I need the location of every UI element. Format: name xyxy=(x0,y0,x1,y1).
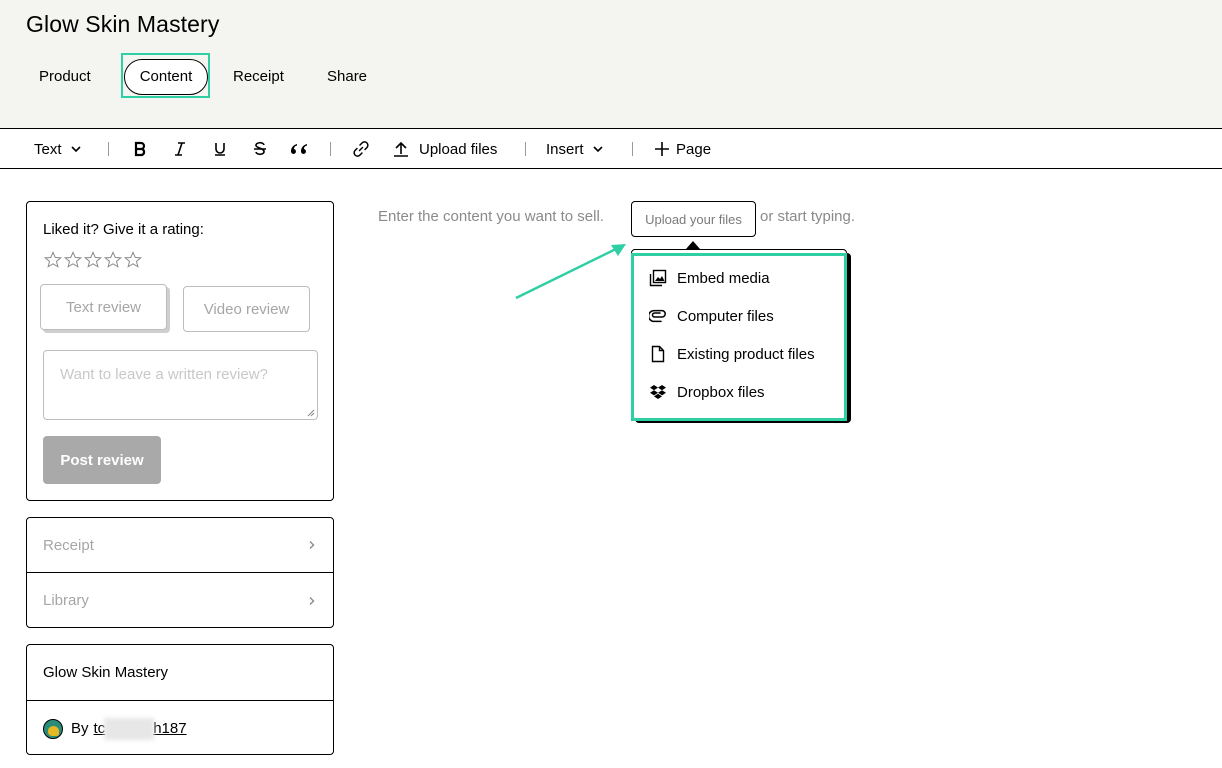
chevron-right-icon xyxy=(309,596,315,605)
upload-icon xyxy=(391,139,411,159)
product-card: Glow Skin Mastery By tc h187 xyxy=(26,644,334,755)
upload-files-label: Upload files xyxy=(419,140,498,158)
strikethrough-button[interactable] xyxy=(250,129,270,169)
editor-suffix: or start typing. xyxy=(760,208,856,225)
star-rating[interactable] xyxy=(44,251,142,269)
chevron-down-icon xyxy=(66,139,86,159)
tab-product[interactable]: Product xyxy=(39,57,91,97)
toolbar-divider xyxy=(525,142,526,156)
star-icon[interactable] xyxy=(84,251,102,269)
upload-your-files-button[interactable]: Upload your files xyxy=(631,201,756,237)
author-link[interactable]: tc h187 xyxy=(94,718,187,740)
menu-item-label: Dropbox files xyxy=(677,383,765,401)
author-row: By tc h187 xyxy=(43,701,187,756)
by-label: By xyxy=(71,720,89,737)
nav-item-library[interactable]: Library xyxy=(27,573,333,628)
quote-icon xyxy=(289,139,309,159)
author-suffix: h187 xyxy=(153,720,187,737)
underline-button[interactable] xyxy=(210,129,230,169)
review-textarea[interactable]: Want to leave a written review? xyxy=(43,350,318,420)
avatar xyxy=(43,718,63,739)
product-name: Glow Skin Mastery xyxy=(43,664,169,681)
add-page-label: Page xyxy=(676,140,712,158)
menu-item-dropbox-files[interactable]: Dropbox files xyxy=(649,380,765,404)
star-icon[interactable] xyxy=(44,251,62,269)
insert-dropdown[interactable]: Insert xyxy=(546,129,608,169)
review-placeholder: Want to leave a written review? xyxy=(60,366,268,383)
menu-item-existing-product-files[interactable]: Existing product files xyxy=(649,342,815,366)
underline-icon xyxy=(210,139,230,159)
editor-toolbar: Text Upload files Insert Page xyxy=(0,129,1222,169)
dropbox-icon xyxy=(649,383,667,401)
strikethrough-icon xyxy=(250,139,270,159)
text-style-dropdown[interactable]: Text xyxy=(34,129,86,169)
italic-icon xyxy=(170,139,190,159)
menu-item-embed-media[interactable]: Embed media xyxy=(649,266,770,290)
link-icon xyxy=(351,139,371,159)
italic-button[interactable] xyxy=(170,129,190,169)
text-review-button[interactable]: Text review xyxy=(40,284,167,330)
resize-grip-icon[interactable] xyxy=(307,409,315,417)
redaction-blur xyxy=(103,718,154,740)
post-review-button[interactable]: Post review xyxy=(43,436,161,484)
chevron-right-icon xyxy=(309,541,315,549)
toolbar-divider xyxy=(108,142,109,156)
editor-prompt: Enter the content you want to sell. xyxy=(378,208,604,225)
header: Glow Skin Mastery Product Content Receip… xyxy=(0,0,1222,129)
dropdown-caret xyxy=(686,241,700,249)
image-icon xyxy=(649,269,667,287)
insert-label: Insert xyxy=(546,140,584,158)
tab-content-label: Content xyxy=(139,68,193,85)
upload-files-button[interactable]: Upload files xyxy=(391,129,497,169)
quote-button[interactable] xyxy=(289,129,309,169)
video-review-button[interactable]: Video review xyxy=(183,286,310,332)
text-style-label: Text xyxy=(34,140,62,158)
plus-icon xyxy=(652,139,672,159)
add-page-button[interactable]: Page xyxy=(652,129,711,169)
menu-item-label: Computer files xyxy=(677,307,774,325)
menu-item-label: Existing product files xyxy=(677,345,815,363)
tab-share[interactable]: Share xyxy=(327,57,367,97)
link-button[interactable] xyxy=(351,129,371,169)
bold-button[interactable] xyxy=(130,129,150,169)
tab-receipt[interactable]: Receipt xyxy=(233,57,284,97)
star-icon[interactable] xyxy=(124,251,142,269)
rating-title: Liked it? Give it a rating: xyxy=(43,221,204,238)
toolbar-divider xyxy=(330,142,331,156)
nav-item-label: Library xyxy=(43,592,89,609)
star-icon[interactable] xyxy=(64,251,82,269)
menu-item-label: Embed media xyxy=(677,269,770,287)
annotation-arrow-icon xyxy=(515,244,626,300)
chevron-down-icon xyxy=(588,139,608,159)
upload-menu: Embed media Computer files Existing prod… xyxy=(631,249,847,421)
toolbar-divider xyxy=(632,142,633,156)
nav-item-label: Receipt xyxy=(43,536,94,554)
page-title: Glow Skin Mastery xyxy=(26,11,220,37)
star-icon[interactable] xyxy=(104,251,122,269)
file-icon xyxy=(649,345,667,363)
navigation-card: Receipt Library xyxy=(26,517,334,628)
nav-item-receipt[interactable]: Receipt xyxy=(27,518,333,573)
bold-icon xyxy=(130,139,150,159)
paperclip-icon xyxy=(649,307,667,325)
rating-card: Liked it? Give it a rating: Text review … xyxy=(26,201,334,501)
tab-content[interactable]: Content xyxy=(121,53,210,98)
menu-item-computer-files[interactable]: Computer files xyxy=(649,304,774,328)
